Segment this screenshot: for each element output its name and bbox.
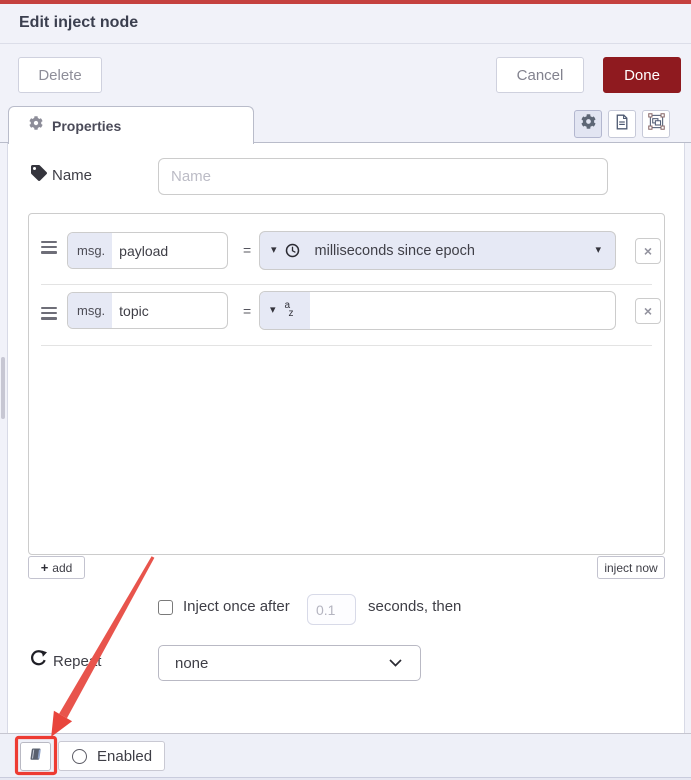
- property-key-field[interactable]: msg. payload: [67, 232, 228, 269]
- cancel-button[interactable]: Cancel: [496, 57, 584, 93]
- msg-prefix: msg.: [68, 293, 113, 328]
- repeat-label: Repeat: [53, 653, 102, 670]
- delete-button[interactable]: Delete: [18, 57, 102, 93]
- chevron-down-icon: ▾: [270, 304, 276, 316]
- document-icon: [614, 114, 630, 135]
- selection-group-icon: [647, 113, 665, 135]
- inject-now-label: inject now: [604, 560, 658, 575]
- tab-bar: Properties: [0, 105, 691, 144]
- inject-now-button[interactable]: inject now: [597, 556, 665, 579]
- add-property-button[interactable]: + add: [28, 556, 85, 579]
- dialog-header: Edit inject node: [0, 4, 691, 44]
- remove-row-button[interactable]: ×: [635, 298, 661, 324]
- properties-view-button[interactable]: [574, 110, 602, 138]
- book-icon: [27, 746, 44, 768]
- type-select-segment[interactable]: ▾ az: [260, 292, 310, 329]
- row-divider: [41, 345, 652, 346]
- right-gutter: [684, 143, 691, 733]
- appearance-view-button[interactable]: [642, 110, 670, 138]
- properties-list: msg. payload = ▾ milliseconds since epoc…: [28, 213, 665, 555]
- string-type-icon: az: [284, 299, 294, 319]
- tab-properties[interactable]: Properties: [8, 106, 254, 144]
- equals-sign: =: [243, 242, 252, 258]
- msg-prefix: msg.: [68, 233, 113, 268]
- property-key-field[interactable]: msg. topic: [67, 292, 228, 329]
- add-button-label: add: [52, 560, 73, 575]
- drag-handle[interactable]: [41, 238, 57, 256]
- inject-once-checkbox[interactable]: [158, 600, 173, 615]
- name-input[interactable]: [158, 158, 608, 195]
- name-label: Name: [52, 167, 93, 184]
- enabled-label: Enabled: [97, 747, 153, 765]
- equals-sign: =: [243, 303, 252, 319]
- done-button[interactable]: Done: [603, 57, 681, 93]
- repeat-selected-option: none: [175, 654, 209, 672]
- dialog-button-row: Delete Cancel Done: [0, 44, 691, 105]
- inject-delay-input[interactable]: [307, 594, 356, 625]
- remove-row-button[interactable]: ×: [635, 238, 661, 264]
- dialog-title: Edit inject node: [19, 14, 139, 31]
- gear-icon: [29, 116, 43, 135]
- gear-icon: [581, 114, 596, 134]
- circle-icon: [72, 748, 87, 764]
- typed-input-value: milliseconds since epoch: [314, 242, 475, 259]
- seconds-then-label: seconds, then: [368, 598, 462, 615]
- drag-handle[interactable]: [41, 304, 57, 322]
- enabled-toggle-button[interactable]: Enabled: [58, 741, 165, 771]
- property-key-value: payload: [119, 242, 169, 259]
- chevron-down-icon: [389, 659, 402, 667]
- tag-icon: [31, 165, 47, 186]
- description-view-button[interactable]: [608, 110, 636, 138]
- dialog-footer: Enabled: [0, 733, 691, 777]
- tab-properties-label: Properties: [52, 117, 122, 134]
- edit-inject-node-dialog: Edit inject node Delete Cancel Done Prop…: [0, 0, 691, 780]
- chevron-down-icon: ▾: [595, 244, 601, 256]
- repeat-icon: [30, 650, 47, 672]
- plus-icon: +: [40, 560, 49, 575]
- library-button[interactable]: [20, 742, 51, 771]
- repeat-select[interactable]: none: [158, 645, 421, 681]
- chevron-down-icon: ▾: [271, 244, 277, 256]
- left-scrollbar-thumb[interactable]: [1, 357, 5, 419]
- typed-input-timestamp[interactable]: ▾ milliseconds since epoch ▾: [259, 231, 616, 270]
- property-key-value: topic: [119, 302, 149, 319]
- left-gutter: [0, 143, 8, 733]
- clock-icon: [285, 243, 300, 258]
- inject-once-label: Inject once after: [183, 598, 290, 615]
- typed-input-string[interactable]: ▾ az: [259, 291, 616, 330]
- row-divider: [41, 284, 652, 285]
